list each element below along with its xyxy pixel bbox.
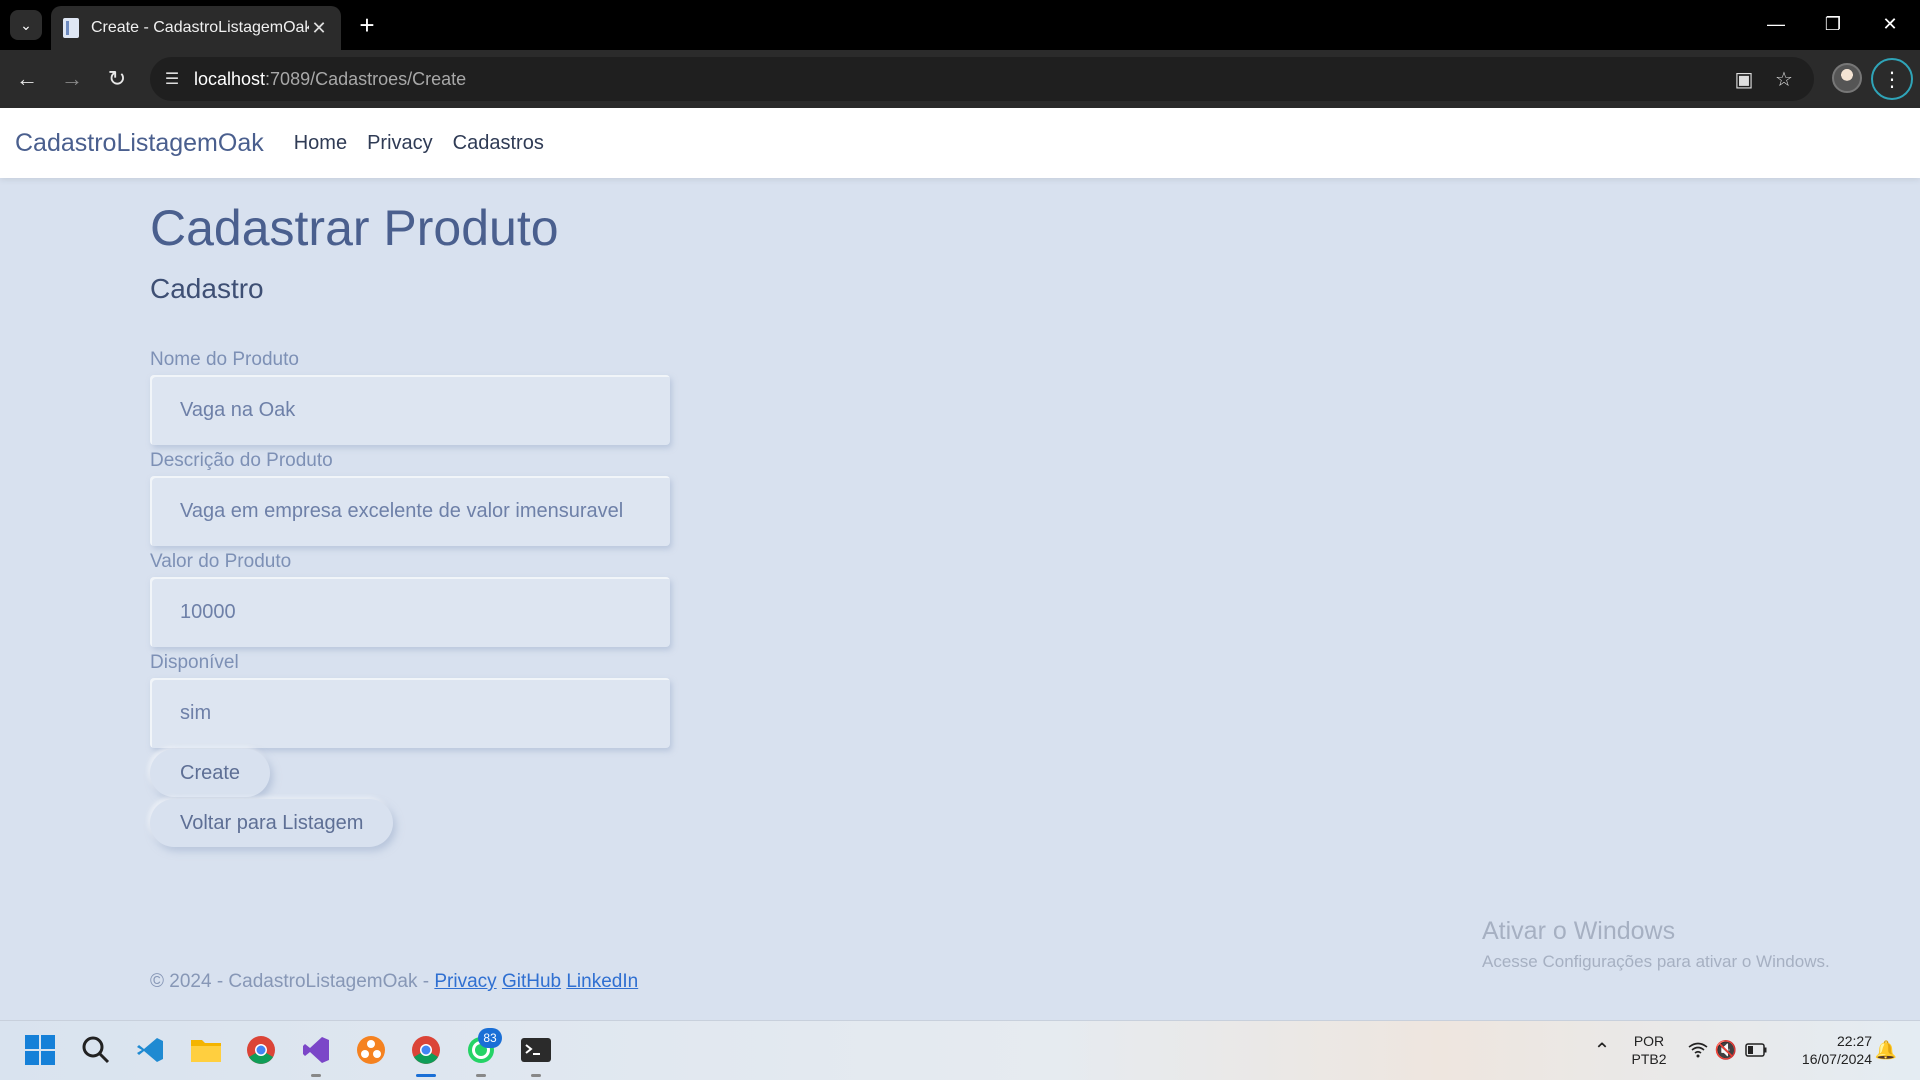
descricao-produto-input[interactable]: Vaga em empresa excelente de valor imens…: [150, 476, 670, 546]
product-form: Nome do Produto Vaga na Oak Descrição do…: [150, 345, 670, 847]
windows-activation-watermark: Ativar o Windows Acesse Configurações pa…: [1482, 917, 1830, 972]
app-orange-icon[interactable]: [353, 1032, 389, 1068]
chrome-active-icon[interactable]: [408, 1032, 444, 1068]
tab-title: Create - CadastroListagemOak: [91, 19, 309, 36]
new-tab-plus-icon[interactable]: +: [352, 10, 382, 40]
windows-start-icon[interactable]: [22, 1032, 58, 1068]
minimize-window-icon[interactable]: —: [1756, 8, 1796, 40]
restore-window-icon[interactable]: ❐: [1813, 8, 1853, 40]
search-icon[interactable]: [78, 1032, 114, 1068]
page-subtitle: Cadastro: [150, 273, 264, 304]
clock-date: 16/07/2024: [1801, 1051, 1872, 1067]
watermark-title: Ativar o Windows: [1482, 917, 1676, 945]
create-button[interactable]: Create: [150, 749, 271, 797]
language-code: POR: [1633, 1033, 1665, 1049]
back-to-list-button[interactable]: Voltar para Listagem: [150, 799, 394, 847]
browser-tab-bar: ⌄ Create - CadastroListagemOak ✕ + — ❐ ✕: [0, 0, 1920, 50]
browser-menu-kebab-icon[interactable]: ⋮: [1871, 58, 1913, 100]
taskbar-running-indicator: [476, 1074, 486, 1077]
back-arrow-icon[interactable]: ←: [10, 62, 44, 96]
browser-toolbar: ← → ↻ ☰ localhost:7089/Cadastroes/Create…: [0, 50, 1920, 108]
field-label-descricao: Descrição do Produto: [150, 450, 333, 471]
reload-icon[interactable]: ↻: [100, 62, 134, 96]
nav-link-privacy[interactable]: Privacy: [367, 132, 433, 155]
disponivel-input[interactable]: sim: [150, 678, 670, 748]
bookmark-star-icon[interactable]: ☆: [1764, 57, 1804, 101]
notification-bell-icon[interactable]: 🔔: [1868, 1032, 1904, 1068]
clock-time: 22:27: [1836, 1033, 1872, 1049]
url-host: localhost: [194, 68, 266, 89]
close-tab-icon[interactable]: ✕: [309, 18, 329, 38]
site-navbar: CadastroListagemOak Home Privacy Cadastr…: [0, 108, 1920, 178]
footer-link-privacy[interactable]: Privacy: [434, 971, 496, 992]
field-label-disponivel: Disponível: [150, 652, 239, 673]
language-indicator[interactable]: POR PTB2: [1628, 1032, 1670, 1068]
show-hidden-icons-chevron-icon[interactable]: ⌃: [1584, 1032, 1620, 1068]
nav-link-cadastros[interactable]: Cadastros: [453, 132, 544, 155]
site-info-icon[interactable]: ☰: [150, 57, 194, 101]
nome-produto-input[interactable]: Vaga na Oak: [150, 375, 670, 445]
site-brand-link[interactable]: CadastroListagemOak: [15, 129, 264, 158]
address-bar[interactable]: ☰ localhost:7089/Cadastroes/Create ▣ ☆: [150, 57, 1814, 101]
close-window-icon[interactable]: ✕: [1870, 8, 1910, 40]
footer-copyright: © 2024 - CadastroListagemOak -: [150, 971, 435, 992]
nav-link-home[interactable]: Home: [294, 132, 347, 155]
page-favicon-icon: [63, 18, 79, 38]
battery-icon[interactable]: [1738, 1032, 1774, 1068]
page-title: Cadastrar Produto: [150, 200, 559, 256]
page-header: Cadastrar Produto Cadastro: [150, 196, 559, 306]
tab-search-chevron-icon[interactable]: ⌄: [10, 10, 42, 40]
taskbar-running-indicator: [311, 1074, 321, 1077]
url-text[interactable]: localhost:7089/Cadastroes/Create: [194, 69, 466, 90]
taskbar-active-indicator: [416, 1074, 436, 1077]
page-footer: © 2024 - CadastroListagemOak - Privacy G…: [150, 971, 638, 993]
footer-link-linkedin[interactable]: LinkedIn: [566, 971, 638, 992]
translate-icon[interactable]: ▣: [1724, 57, 1764, 101]
whatsapp-notification-badge: 83: [478, 1028, 502, 1048]
field-label-nome: Nome do Produto: [150, 349, 299, 370]
chrome-icon[interactable]: [243, 1032, 279, 1068]
browser-tab-active[interactable]: Create - CadastroListagemOak ✕: [51, 6, 341, 50]
keyboard-layout: PTB2: [1631, 1051, 1667, 1067]
profile-avatar[interactable]: [1832, 63, 1862, 93]
field-label-valor: Valor do Produto: [150, 551, 292, 572]
url-path: :7089/Cadastroes/Create: [265, 68, 467, 89]
terminal-icon[interactable]: [518, 1032, 554, 1068]
vscode-icon[interactable]: [133, 1032, 169, 1068]
valor-produto-input[interactable]: 10000: [150, 577, 670, 647]
footer-link-github[interactable]: GitHub: [502, 971, 561, 992]
forward-arrow-icon[interactable]: →: [55, 62, 89, 96]
file-explorer-icon[interactable]: [188, 1032, 224, 1068]
visual-studio-icon[interactable]: [298, 1032, 334, 1068]
watermark-subtitle: Acesse Configurações para ativar o Windo…: [1482, 952, 1830, 971]
taskbar-running-indicator: [531, 1074, 541, 1077]
system-clock[interactable]: 22:27 16/07/2024: [1782, 1032, 1872, 1068]
